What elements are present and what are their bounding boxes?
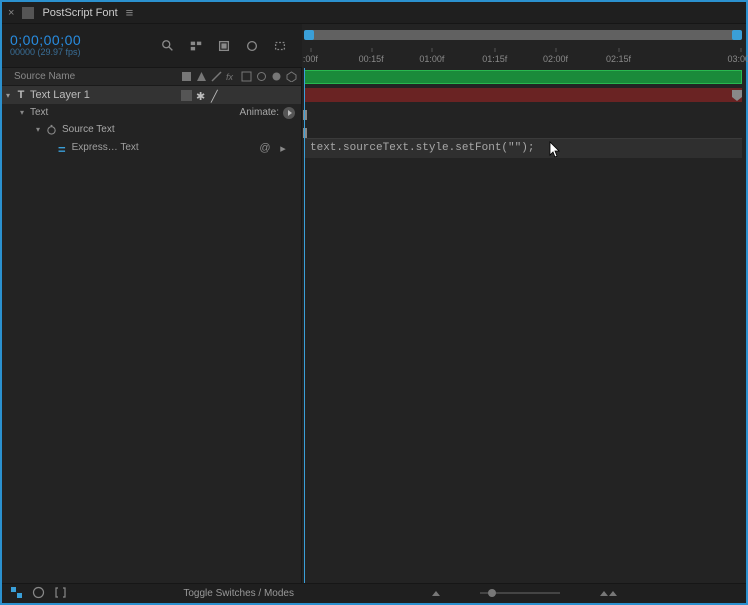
left-toolbar: 0;00;00;00 00000 (29.97 fps) (2, 33, 302, 58)
zoom-out-icon[interactable] (600, 591, 617, 596)
layer-name[interactable]: Text Layer 1 (28, 89, 179, 101)
search-icon[interactable] (160, 38, 176, 54)
footer-right (302, 591, 746, 596)
source-text-label: Source Text (62, 124, 301, 135)
render-queue-icon[interactable] (32, 586, 46, 600)
ruler-tick: 02:15f (606, 54, 631, 64)
toggle-switches-icon[interactable] (10, 586, 24, 600)
text-layer-type-icon: T (14, 89, 28, 101)
layer-track[interactable] (302, 86, 746, 104)
twirl-down-icon[interactable]: ▾ (20, 108, 30, 117)
stopwatch-icon[interactable] (46, 124, 58, 136)
label-color-icon[interactable] (181, 71, 192, 82)
expression-row: = Express… Text @ ▸ (2, 138, 301, 172)
twirl-down-icon[interactable]: ▾ (2, 91, 14, 100)
prop-source-text[interactable]: ▾ Source Text (2, 121, 301, 138)
draft-3d-icon[interactable] (216, 38, 232, 54)
work-area-bar[interactable] (306, 30, 740, 40)
text-prop-track (302, 104, 746, 122)
playhead[interactable] (304, 68, 305, 582)
toggle-switches-modes-button[interactable]: Toggle Switches / Modes (183, 588, 294, 599)
expression-tools: @ ▸ (259, 142, 289, 154)
switches-header: fx (179, 71, 301, 82)
timecode-box[interactable]: 0;00;00;00 00000 (29.97 fps) (10, 33, 81, 58)
shy-switch[interactable]: ✱ (196, 90, 207, 101)
expression-language-menu-icon[interactable]: ▸ (277, 142, 289, 154)
twirl-down-icon[interactable]: ▾ (36, 125, 46, 134)
3d-header-icon[interactable] (286, 71, 297, 82)
titlebar: × PostScript Font ≡ (2, 2, 746, 24)
footer: Toggle Switches / Modes (2, 583, 746, 603)
ruler-tick: :00f (303, 54, 318, 64)
panel-menu-icon[interactable]: ≡ (126, 5, 134, 20)
zoom-slider[interactable] (480, 592, 560, 594)
app-window: × PostScript Font ≡ 0;00;00;00 00000 (29… (0, 0, 748, 605)
ruler-tick: 03:00f (727, 54, 748, 64)
shy-icon[interactable] (244, 38, 260, 54)
toolbar-row: 0;00;00;00 00000 (29.97 fps) :00f 00:15f 0… (2, 24, 746, 68)
ruler-tick: 01:00f (419, 54, 444, 64)
keyframe-marker-icon[interactable] (302, 125, 308, 135)
columns-header: Source Name fx (2, 68, 301, 86)
work-area-green[interactable] (304, 70, 742, 84)
track-header-spacer (302, 68, 746, 86)
ruler-tick: 02:00f (543, 54, 568, 64)
toolbar-icons (160, 38, 288, 54)
layer-panel: Source Name fx ▾ T Text Layer 1 (2, 68, 302, 582)
zoom-in-icon[interactable] (432, 591, 440, 596)
frame-blend-icon[interactable] (272, 38, 288, 54)
adjustment-header-icon[interactable] (271, 71, 282, 82)
footer-left: Toggle Switches / Modes (2, 586, 302, 600)
expression-enable-icon[interactable]: = (58, 142, 66, 157)
framerate-label: 00000 (29.97 fps) (10, 48, 81, 58)
shy-header-icon[interactable] (196, 71, 207, 82)
brackets-icon[interactable] (54, 586, 68, 600)
animate-flyout-icon[interactable] (283, 107, 295, 119)
timeline-ruler[interactable]: :00f 00:15f 01:00f 01:15f 02:00f 02:15f 03:00f (302, 24, 746, 68)
animate-label: Animate: (240, 107, 279, 118)
prop-text[interactable]: ▾ Text Animate: (2, 104, 301, 121)
expression-pickwhip-icon[interactable]: @ (259, 142, 271, 154)
composition-marker-icon[interactable] (730, 88, 744, 102)
collapse-switch[interactable]: ╱ (211, 90, 222, 101)
composition-title[interactable]: PostScript Font (42, 7, 117, 19)
ruler-ticks: :00f00:15f01:00f01:15f02:00f02:15f03:00f (306, 46, 740, 64)
composition-icon (22, 7, 34, 19)
svg-text:fx: fx (226, 72, 234, 82)
content-area: Source Name fx ▾ T Text Layer 1 (2, 68, 746, 582)
close-tab-icon[interactable]: × (8, 7, 14, 19)
keyframe-marker-icon[interactable] (302, 107, 308, 117)
timeline-panel[interactable]: text.sourceText.style.setFont(""); (302, 68, 746, 582)
current-time[interactable]: 0;00;00;00 (10, 33, 81, 48)
expression-editor[interactable]: text.sourceText.style.setFont(""); (304, 138, 742, 158)
layer-text-layer-1[interactable]: ▾ T Text Layer 1 ✱ ╱ (2, 86, 301, 104)
ruler-tick: 00:15f (359, 54, 384, 64)
layer-bar[interactable] (304, 88, 742, 102)
timeline-tracks (302, 68, 746, 140)
quality-icon[interactable]: fx (226, 71, 237, 82)
layer-switches: ✱ ╱ (179, 90, 301, 101)
prop-text-label: Text (30, 107, 240, 118)
label-swatch[interactable] (181, 90, 192, 101)
ruler-tick: 01:15f (482, 54, 507, 64)
expression-label: Express… Text (72, 142, 259, 153)
motion-blur-header-icon[interactable] (256, 71, 267, 82)
frame-blend-header-icon[interactable] (241, 71, 252, 82)
source-name-header[interactable]: Source Name (2, 71, 179, 82)
collapse-icon[interactable] (211, 71, 222, 82)
composition-mini-flowchart-icon[interactable] (188, 38, 204, 54)
